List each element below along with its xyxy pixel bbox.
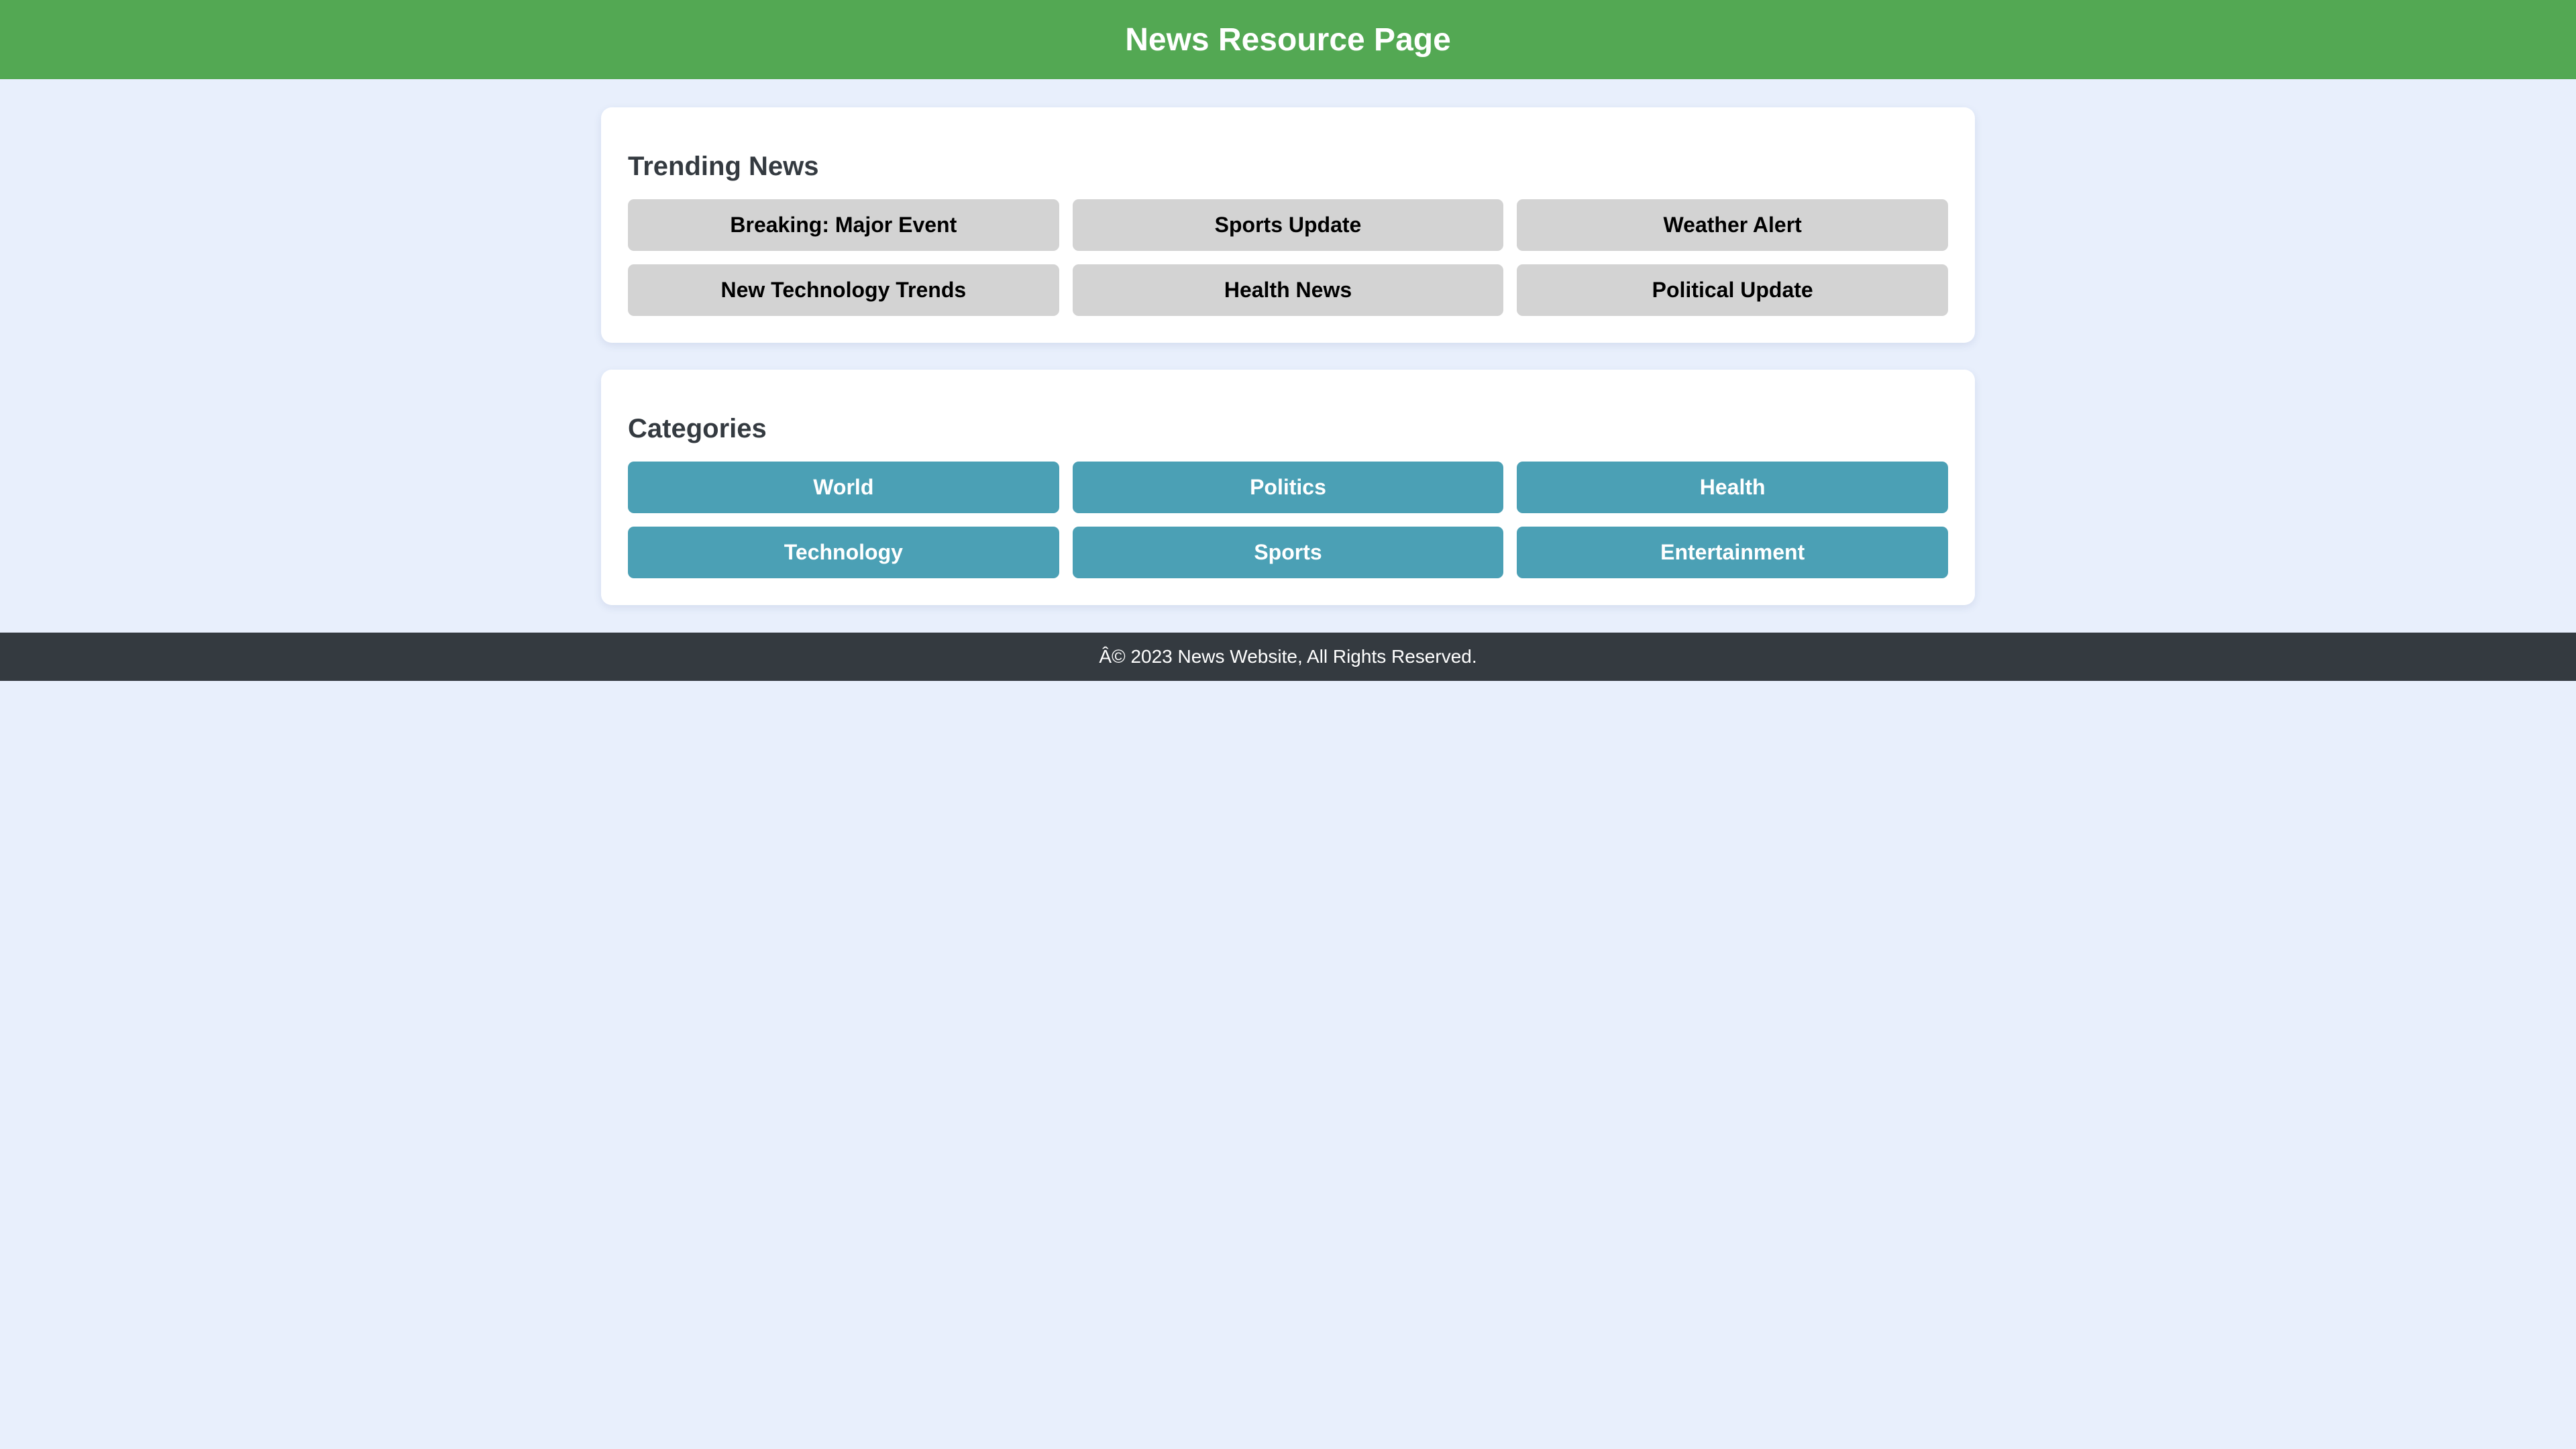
trending-item-breaking-major-event[interactable]: Breaking: Major Event xyxy=(628,199,1059,251)
categories-section: Categories World Politics Health Technol… xyxy=(601,370,1975,605)
categories-heading: Categories xyxy=(628,414,767,443)
category-button-politics[interactable]: Politics xyxy=(1072,462,1504,513)
trending-item-political-update[interactable]: Political Update xyxy=(1517,264,1948,316)
site-footer: Â© 2023 News Website, All Rights Reserve… xyxy=(0,633,2576,681)
trending-news-grid: Breaking: Major Event Sports Update Weat… xyxy=(628,199,1948,316)
trending-item-health-news[interactable]: Health News xyxy=(1072,264,1504,316)
trending-item-weather-alert[interactable]: Weather Alert xyxy=(1517,199,1948,251)
categories-grid: World Politics Health Technology Sports … xyxy=(628,462,1948,578)
copyright-text: Â© 2023 News Website, All Rights Reserve… xyxy=(1099,646,1477,667)
page-title: News Resource Page xyxy=(1125,21,1451,58)
trending-item-sports-update[interactable]: Sports Update xyxy=(1072,199,1504,251)
category-button-technology[interactable]: Technology xyxy=(628,527,1059,578)
site-header: News Resource Page xyxy=(0,0,2576,79)
trending-news-heading: Trending News xyxy=(628,152,819,181)
category-button-entertainment[interactable]: Entertainment xyxy=(1517,527,1948,578)
category-button-health[interactable]: Health xyxy=(1517,462,1948,513)
trending-news-section: Trending News Breaking: Major Event Spor… xyxy=(601,107,1975,343)
category-button-world[interactable]: World xyxy=(628,462,1059,513)
trending-item-new-technology-trends[interactable]: New Technology Trends xyxy=(628,264,1059,316)
category-button-sports[interactable]: Sports xyxy=(1072,527,1504,578)
